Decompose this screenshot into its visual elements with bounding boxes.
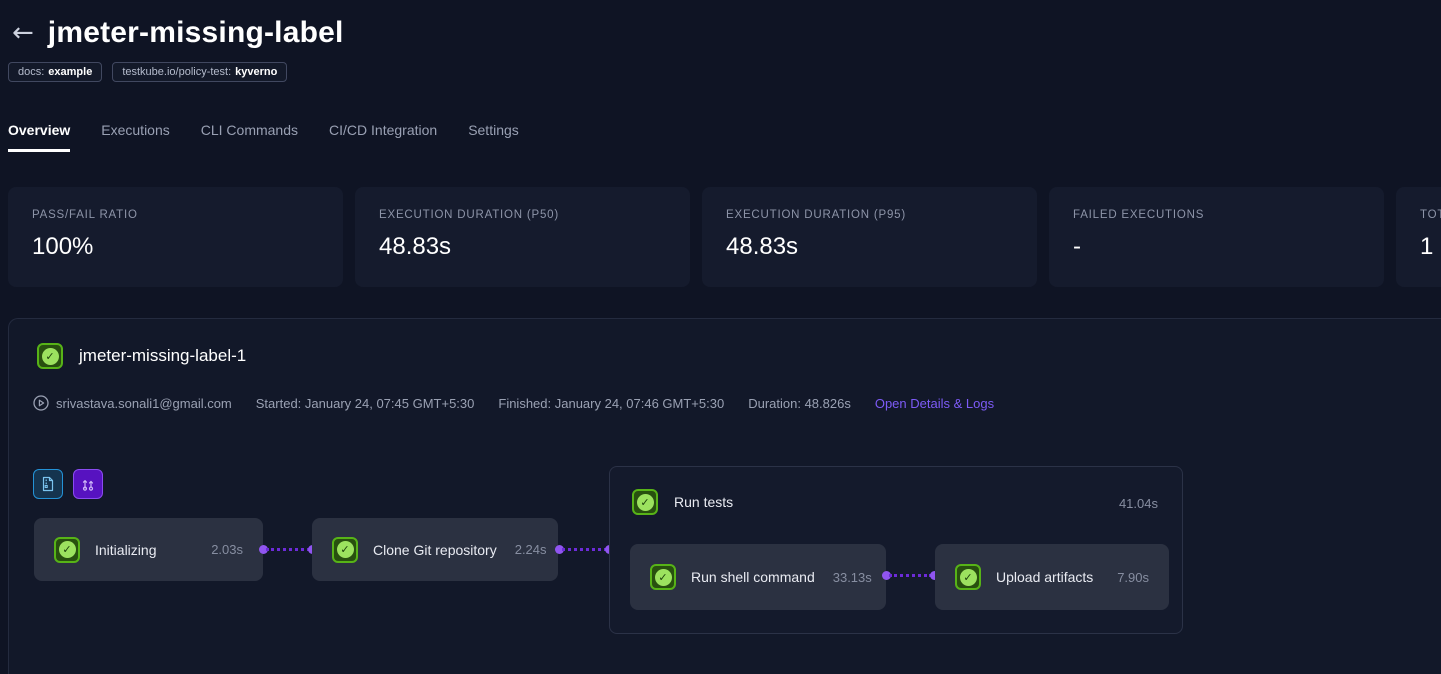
tab-overview[interactable]: Overview (8, 122, 70, 152)
git-compare-icon (80, 476, 96, 492)
step-connector (555, 544, 614, 555)
metric-card-pass-fail-ratio: PASS/FAIL RATIO 100% (8, 187, 343, 287)
execution-header: ✓ jmeter-missing-label-1 (37, 343, 246, 369)
step-connector (259, 544, 317, 555)
execution-started: Started: January 24, 07:45 GMT+5:30 (256, 396, 475, 411)
metric-label: TOTAL EXECUTIONS (1420, 209, 1441, 221)
metric-card-failed-executions: FAILED EXECUTIONS - (1049, 187, 1384, 287)
metric-label: EXECUTION DURATION (P50) (379, 209, 666, 221)
step-duration: 7.90s (1099, 570, 1149, 585)
metric-label: PASS/FAIL RATIO (32, 209, 319, 221)
labels-row: docs: example testkube.io/policy-test: k… (0, 50, 1441, 82)
page-header: ← jmeter-missing-label (0, 0, 1441, 50)
play-circle-icon (33, 395, 49, 411)
page-title: jmeter-missing-label (48, 16, 344, 50)
execution-metadata: srivastava.sonali1@gmail.com Started: Ja… (33, 395, 994, 411)
execution-duration: Duration: 48.826s (748, 396, 851, 411)
check-icon: ✓ (960, 569, 977, 586)
runner-email: srivastava.sonali1@gmail.com (56, 396, 232, 411)
check-icon: ✓ (637, 494, 654, 511)
label-value: kyverno (235, 66, 277, 78)
metric-label: EXECUTION DURATION (P95) (726, 209, 1013, 221)
workflow-group-run-tests: ✓ Run tests 41.04s ✓ Run shell command 3… (609, 466, 1183, 634)
latest-execution-panel: ✓ jmeter-missing-label-1 srivastava.sona… (8, 318, 1441, 674)
workflow-step-upload-artifacts[interactable]: ✓ Upload artifacts 7.90s (935, 544, 1169, 610)
workflow-step-clone-git-repository[interactable]: ✓ Clone Git repository 2.24s (312, 518, 558, 581)
label-value: example (48, 66, 92, 78)
step-label: Clone Git repository (373, 542, 497, 558)
metric-value: 100% (32, 233, 319, 261)
metric-value: 1 (1420, 233, 1441, 261)
workflow-toolbar (33, 469, 103, 499)
metric-label: FAILED EXECUTIONS (1073, 209, 1360, 221)
metrics-row: PASS/FAIL RATIO 100% EXECUTION DURATION … (0, 152, 1441, 287)
tab-bar: Overview Executions CLI Commands CI/CD I… (0, 82, 1441, 152)
tab-cli-commands[interactable]: CLI Commands (201, 122, 298, 152)
check-icon: ✓ (337, 541, 354, 558)
test-details-page: { "colors": { "accent_purple": "#7c5cf6"… (0, 0, 1441, 674)
check-icon: ✓ (655, 569, 672, 586)
workflow-step-initializing[interactable]: ✓ Initializing 2.03s (34, 518, 263, 581)
step-label: Initializing (95, 542, 156, 558)
step-connector (882, 570, 939, 581)
commit-compare-button[interactable] (73, 469, 103, 499)
group-header-run-tests[interactable]: ✓ Run tests (632, 489, 733, 515)
label-badge-docs: docs: example (8, 62, 102, 82)
status-success-icon: ✓ (632, 489, 658, 515)
status-success-icon: ✓ (955, 564, 981, 590)
group-duration: 41.04s (1119, 496, 1158, 511)
step-label: Upload artifacts (996, 569, 1093, 585)
execution-finished: Finished: January 24, 07:46 GMT+5:30 (498, 396, 724, 411)
back-arrow-icon: ← (12, 18, 34, 48)
status-success-icon: ✓ (332, 537, 358, 563)
group-label: Run tests (674, 494, 733, 510)
label-key: testkube.io/policy-test: (122, 66, 231, 78)
metric-card-duration-p50: EXECUTION DURATION (P50) 48.83s (355, 187, 690, 287)
workflow-step-run-shell-command[interactable]: ✓ Run shell command 33.13s (630, 544, 886, 610)
metric-card-duration-p95: EXECUTION DURATION (P95) 48.83s (702, 187, 1037, 287)
connector-line (562, 548, 607, 551)
execution-runner: srivastava.sonali1@gmail.com (33, 395, 232, 411)
metric-value: - (1073, 233, 1360, 261)
back-button[interactable]: ← (10, 20, 36, 46)
status-success-icon: ✓ (37, 343, 63, 369)
execution-name: jmeter-missing-label-1 (79, 346, 246, 366)
metric-value: 48.83s (379, 233, 666, 261)
tab-executions[interactable]: Executions (101, 122, 169, 152)
check-icon: ✓ (42, 348, 59, 365)
step-duration: 33.13s (815, 570, 872, 585)
connector-line (889, 574, 932, 577)
tab-settings[interactable]: Settings (468, 122, 519, 152)
metric-card-total-executions: TOTAL EXECUTIONS 1 (1396, 187, 1441, 287)
step-label: Run shell command (691, 569, 815, 585)
step-duration: 2.03s (193, 542, 243, 557)
check-icon: ✓ (59, 541, 76, 558)
metric-value: 48.83s (726, 233, 1013, 261)
label-badge-policy-test: testkube.io/policy-test: kyverno (112, 62, 287, 82)
status-success-icon: ✓ (54, 537, 80, 563)
artifacts-button[interactable] (33, 469, 63, 499)
tab-cicd-integration[interactable]: CI/CD Integration (329, 122, 437, 152)
connector-line (266, 548, 310, 551)
zip-file-icon (40, 476, 56, 492)
open-details-logs-link[interactable]: Open Details & Logs (875, 396, 994, 411)
step-duration: 2.24s (497, 542, 547, 557)
status-success-icon: ✓ (650, 564, 676, 590)
label-key: docs: (18, 66, 44, 78)
